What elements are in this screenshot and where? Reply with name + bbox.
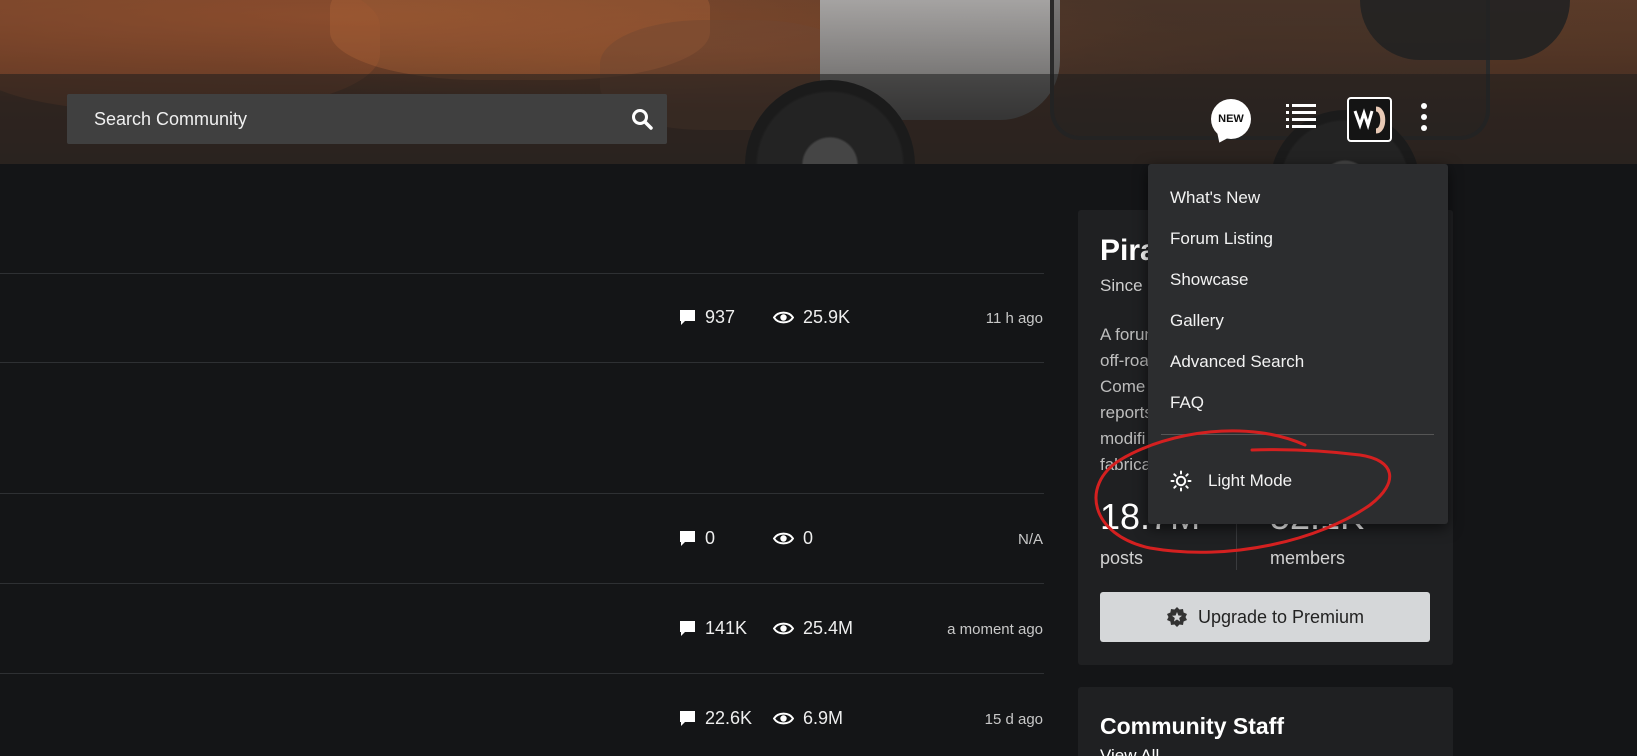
replies-count: 0 [679,528,715,549]
menu-divider [1161,434,1434,435]
menu-item-whats-new[interactable]: What's New [1170,188,1260,208]
user-dropdown-menu: What's New Forum Listing Showcase Galler… [1148,164,1448,524]
community-since: Since [1100,276,1143,295]
view-all-label: View All [1100,746,1160,756]
eye-icon [773,712,794,725]
last-activity: 11 h ago [985,310,1043,327]
view-all-link[interactable]: View All → [1100,746,1181,756]
replies-count: 141K [679,618,747,639]
menu-item-forum-listing[interactable]: Forum Listing [1170,229,1273,249]
community-staff-title: Community Staff [1100,713,1284,739]
avatar[interactable] [1347,97,1392,142]
menu-item-gallery[interactable]: Gallery [1170,311,1224,331]
eye-icon [773,311,794,324]
community-staff-card: Community Staff View All → [1078,687,1453,756]
search-input[interactable] [67,94,617,144]
menu-item-advanced-search[interactable]: Advanced Search [1170,352,1304,372]
arrow-right-icon: → [1163,746,1181,756]
upgrade-premium-button[interactable]: Upgrade to Premium [1100,592,1430,642]
eye-icon [773,532,794,545]
last-activity: 15 d ago [984,711,1043,728]
comment-icon [680,621,695,636]
eye-icon [773,622,794,635]
posts-label: posts [1100,548,1144,568]
row-divider [0,493,1044,494]
light-mode-toggle[interactable]: Light Mode [1170,470,1292,492]
comment-icon [680,531,695,546]
views-count: 25.9K [773,307,850,328]
list-icon[interactable] [1284,100,1318,134]
search-icon[interactable] [617,94,667,144]
search-bar [67,94,667,144]
menu-item-showcase[interactable]: Showcase [1170,270,1248,290]
upgrade-premium-label: Upgrade to Premium [1197,606,1365,627]
replies-count: 937 [679,307,735,328]
row-divider [0,273,1044,274]
kebab-menu-icon[interactable] [1412,100,1436,134]
views-count: 0 [773,528,813,549]
new-posts-icon[interactable]: NEW [1211,99,1251,139]
last-activity: a moment ago [947,621,1043,638]
light-mode-label: Light Mode [1208,471,1293,490]
row-divider [0,362,1044,363]
replies-count: 22.6K [679,708,752,729]
comment-icon [680,310,695,325]
last-activity: N/A [1017,531,1043,548]
views-count: 25.4M [773,618,853,639]
premium-badge-icon [1166,607,1187,627]
menu-item-faq[interactable]: FAQ [1170,393,1204,413]
row-divider [0,583,1044,584]
comment-icon [680,711,695,726]
members-label: members [1270,548,1346,568]
new-badge-label: NEW [1218,113,1244,125]
row-divider [0,673,1044,674]
sun-icon [1170,470,1192,492]
views-count: 6.9M [773,708,843,729]
page: NEW 937 25.9K 11 h ago 0 0 N/A 141K [0,0,1637,756]
